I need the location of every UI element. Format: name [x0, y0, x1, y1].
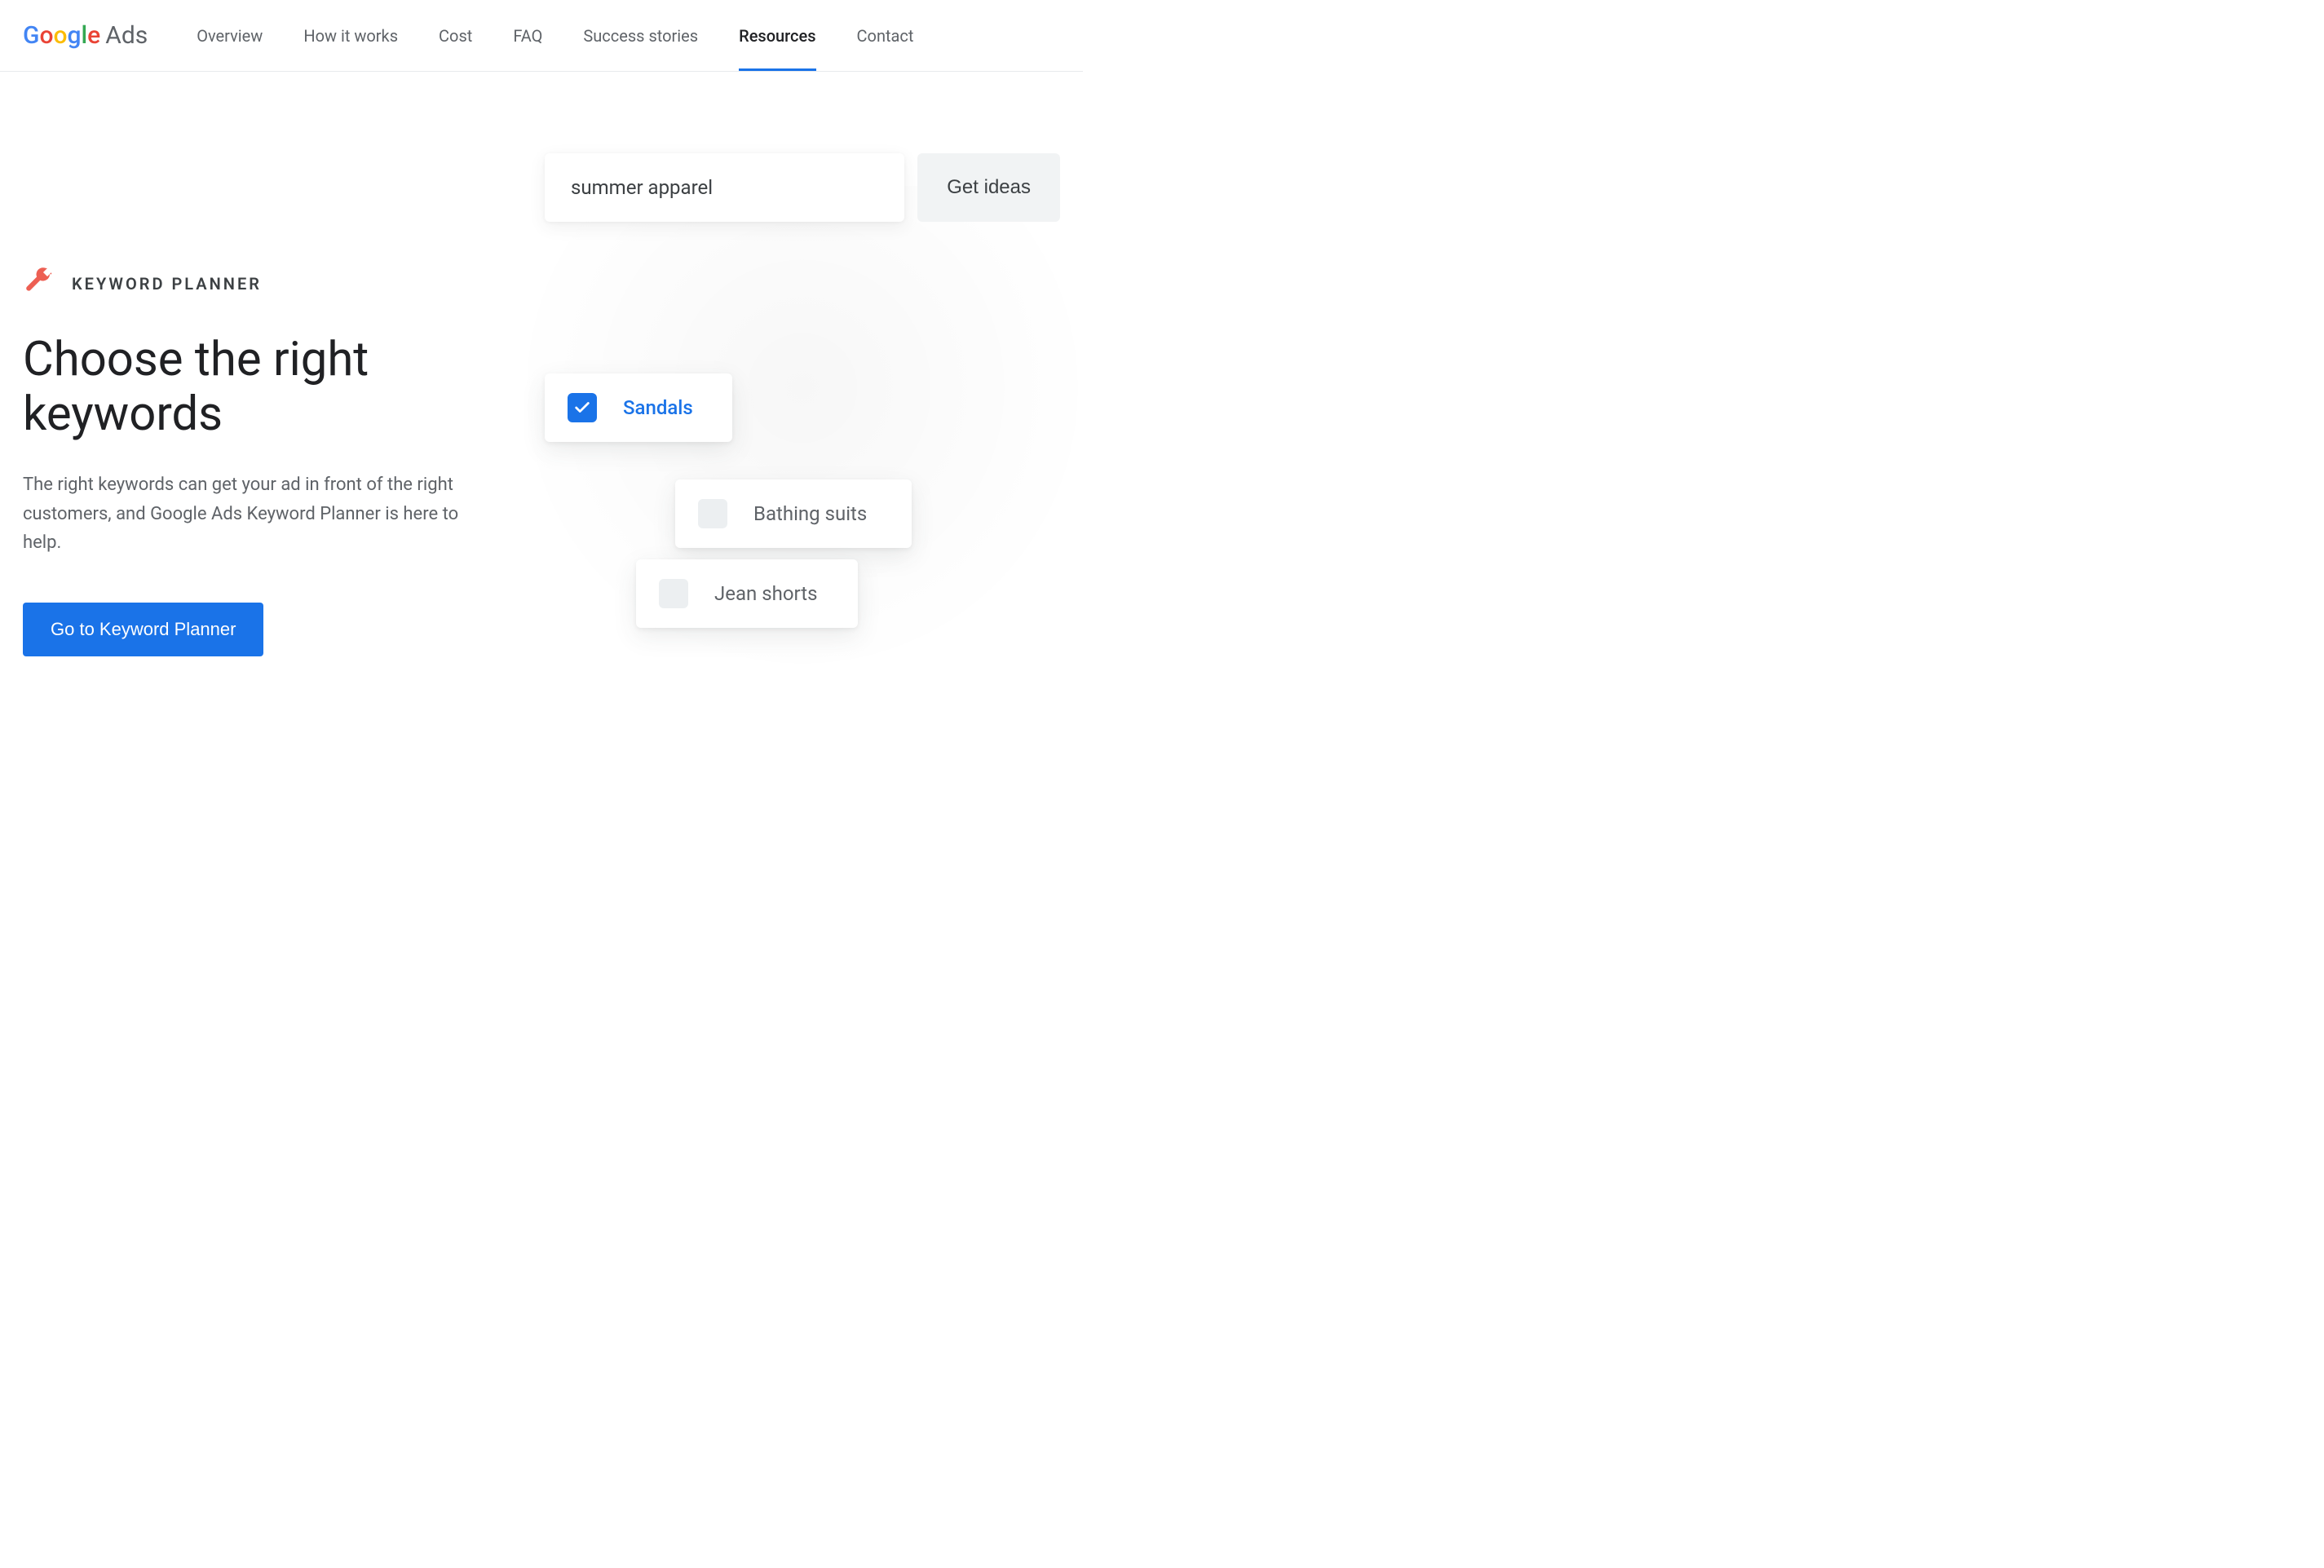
- page-subtext: The right keywords can get your ad in fr…: [23, 470, 463, 557]
- hero-section: KEYWORD PLANNER Choose the right keyword…: [0, 72, 1083, 708]
- checkbox-unchecked-icon[interactable]: [698, 499, 727, 528]
- go-to-keyword-planner-button[interactable]: Go to Keyword Planner: [23, 603, 263, 656]
- primary-nav: Overview How it works Cost FAQ Success s…: [197, 2, 913, 70]
- search-row: summer apparel Get ideas: [545, 153, 1060, 222]
- keyword-card-jean-shorts[interactable]: Jean shorts: [636, 559, 858, 628]
- get-ideas-button[interactable]: Get ideas: [917, 153, 1060, 222]
- keyword-label: Jean shorts: [714, 582, 817, 605]
- hero-copy: KEYWORD PLANNER Choose the right keyword…: [23, 153, 496, 659]
- keyword-card-bathing-suits[interactable]: Bathing suits: [675, 479, 912, 548]
- nav-overview[interactable]: Overview: [197, 2, 263, 70]
- nav-faq[interactable]: FAQ: [513, 2, 542, 70]
- wrench-icon: [23, 267, 52, 300]
- eyebrow-row: KEYWORD PLANNER: [23, 267, 496, 300]
- nav-how-it-works[interactable]: How it works: [303, 2, 398, 70]
- nav-contact[interactable]: Contact: [857, 2, 914, 70]
- keyword-search-input[interactable]: summer apparel: [545, 153, 904, 222]
- keyword-card-sandals[interactable]: Sandals: [545, 373, 732, 442]
- hero-illustration: summer apparel Get ideas Sandals Bathing…: [545, 153, 1060, 659]
- page-headline: Choose the right keywords: [23, 333, 496, 441]
- logo-google: Google: [23, 21, 100, 50]
- nav-success-stories[interactable]: Success stories: [583, 2, 698, 70]
- keyword-label: Bathing suits: [753, 502, 867, 525]
- checkbox-unchecked-icon[interactable]: [659, 579, 688, 608]
- site-header: Google Ads Overview How it works Cost FA…: [0, 0, 1083, 72]
- checkbox-checked-icon[interactable]: [568, 393, 597, 422]
- google-ads-logo[interactable]: Google Ads: [23, 21, 148, 50]
- nav-resources[interactable]: Resources: [739, 2, 815, 70]
- keyword-label: Sandals: [623, 396, 693, 419]
- logo-suffix: Ads: [105, 21, 148, 50]
- nav-cost[interactable]: Cost: [439, 2, 472, 70]
- eyebrow-label: KEYWORD PLANNER: [72, 274, 262, 294]
